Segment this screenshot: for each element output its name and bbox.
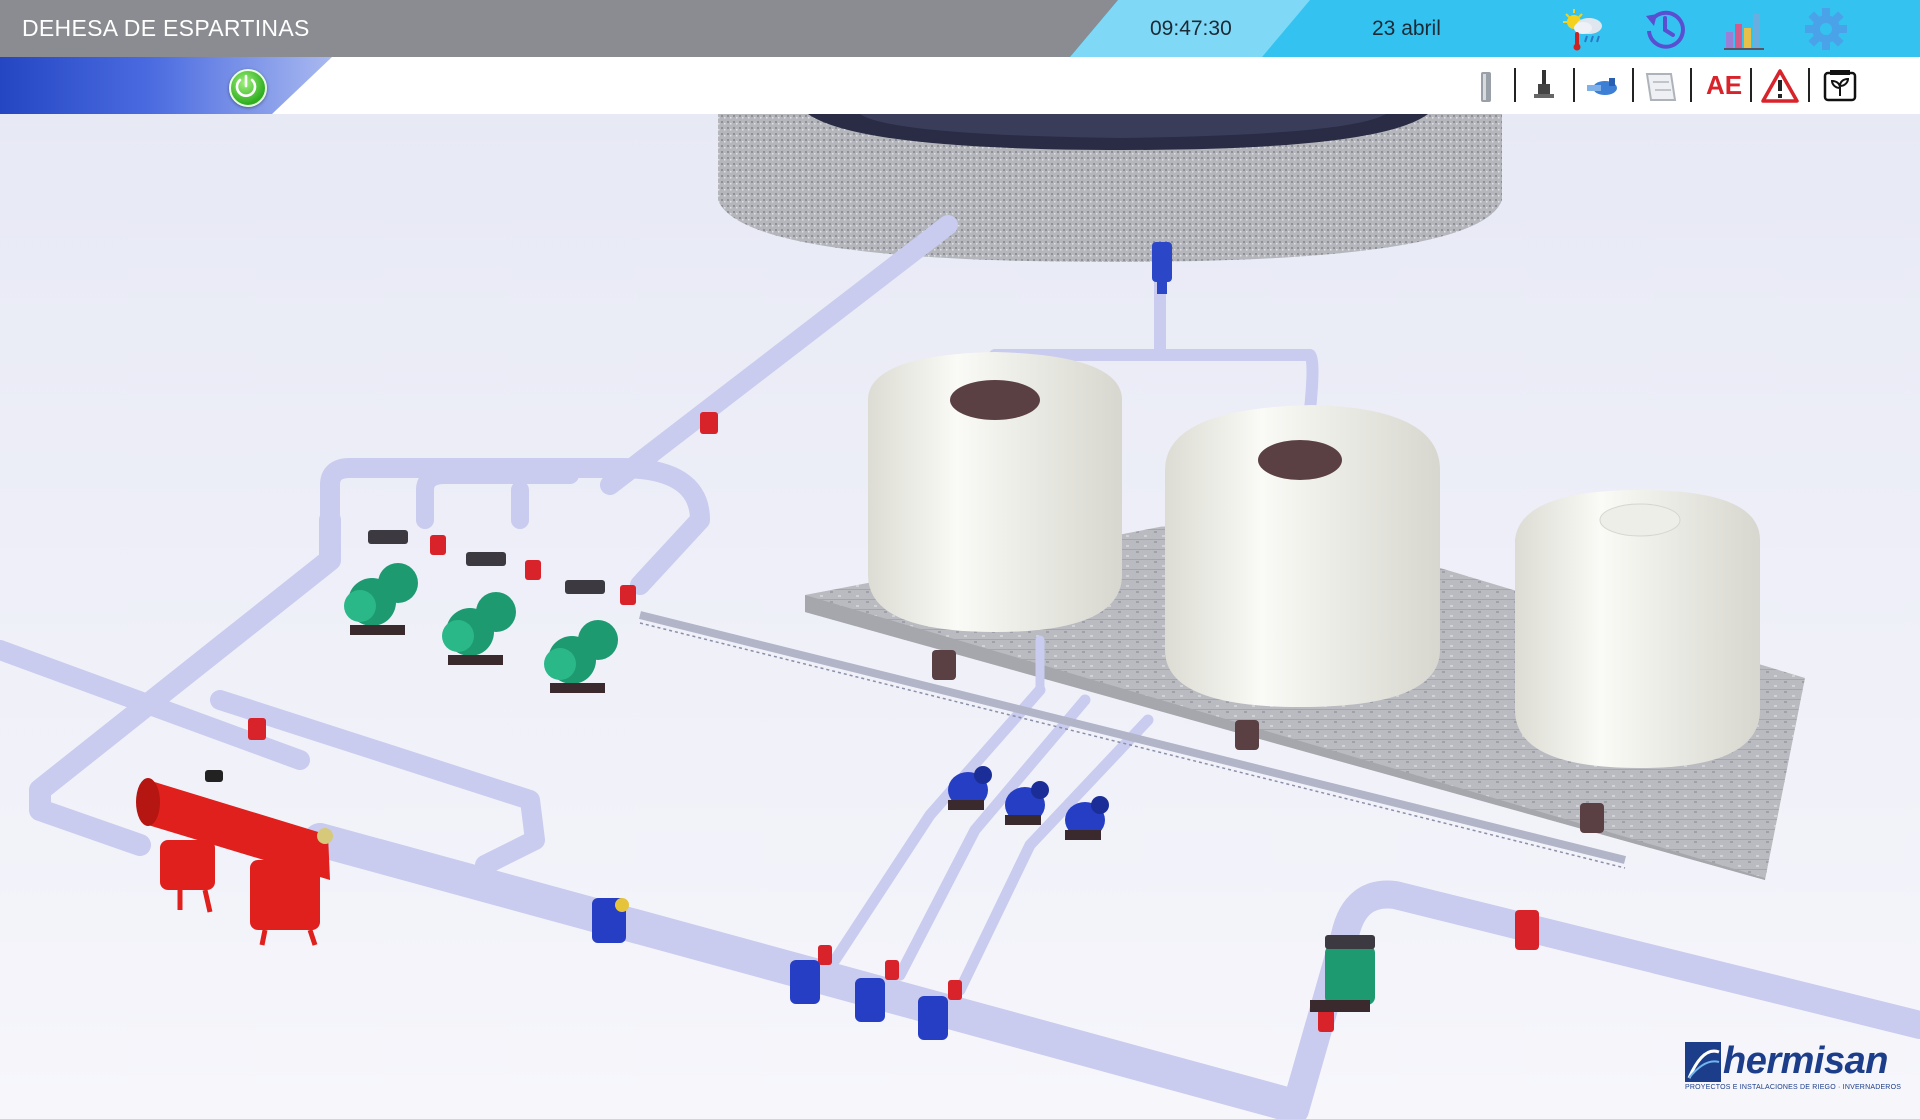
power-button[interactable] (229, 69, 267, 107)
toolbar-accent (0, 57, 332, 114)
irrigation-scene (0, 114, 1920, 1119)
power-icon (235, 74, 257, 97)
toolbar-separator (1750, 68, 1752, 102)
filter-icon[interactable] (1466, 66, 1506, 106)
logo-wordmark: hermisan (1723, 1040, 1888, 1082)
logo-tagline: PROYECTOS E INSTALACIONES DE RIEGO · INV… (1685, 1084, 1902, 1091)
fertilizer-icon[interactable] (1820, 66, 1860, 106)
valve-icon[interactable] (1524, 66, 1564, 106)
toolbar-separator (1514, 68, 1516, 102)
pump-icon[interactable] (1583, 66, 1623, 106)
installation-title: DEHESA DE ESPARTINAS (22, 15, 310, 41)
ae-icon[interactable]: AE (1706, 70, 1742, 101)
map-icon[interactable] (1641, 66, 1681, 106)
toolbar-separator (1573, 68, 1575, 102)
toolbar-separator (1632, 68, 1634, 102)
top-bar: DEHESA DE ESPARTINAS (0, 0, 1920, 57)
warning-icon[interactable] (1760, 66, 1800, 106)
weather-icon[interactable] (1560, 6, 1606, 52)
water-reservoir (718, 114, 1502, 262)
settings-gear-icon[interactable] (1803, 6, 1849, 52)
statistics-icon[interactable] (1722, 6, 1768, 52)
company-logo: hermisan PROYECTOS E INSTALACIONES DE RI… (1683, 1040, 1903, 1094)
logo-mark-icon (1685, 1042, 1721, 1082)
clock-time: 09:47:30 (1150, 17, 1232, 40)
history-icon[interactable] (1642, 6, 1688, 52)
toolbar-separator (1690, 68, 1692, 102)
toolbar-separator (1808, 68, 1810, 102)
clock-date: 23 abril (1372, 17, 1441, 40)
